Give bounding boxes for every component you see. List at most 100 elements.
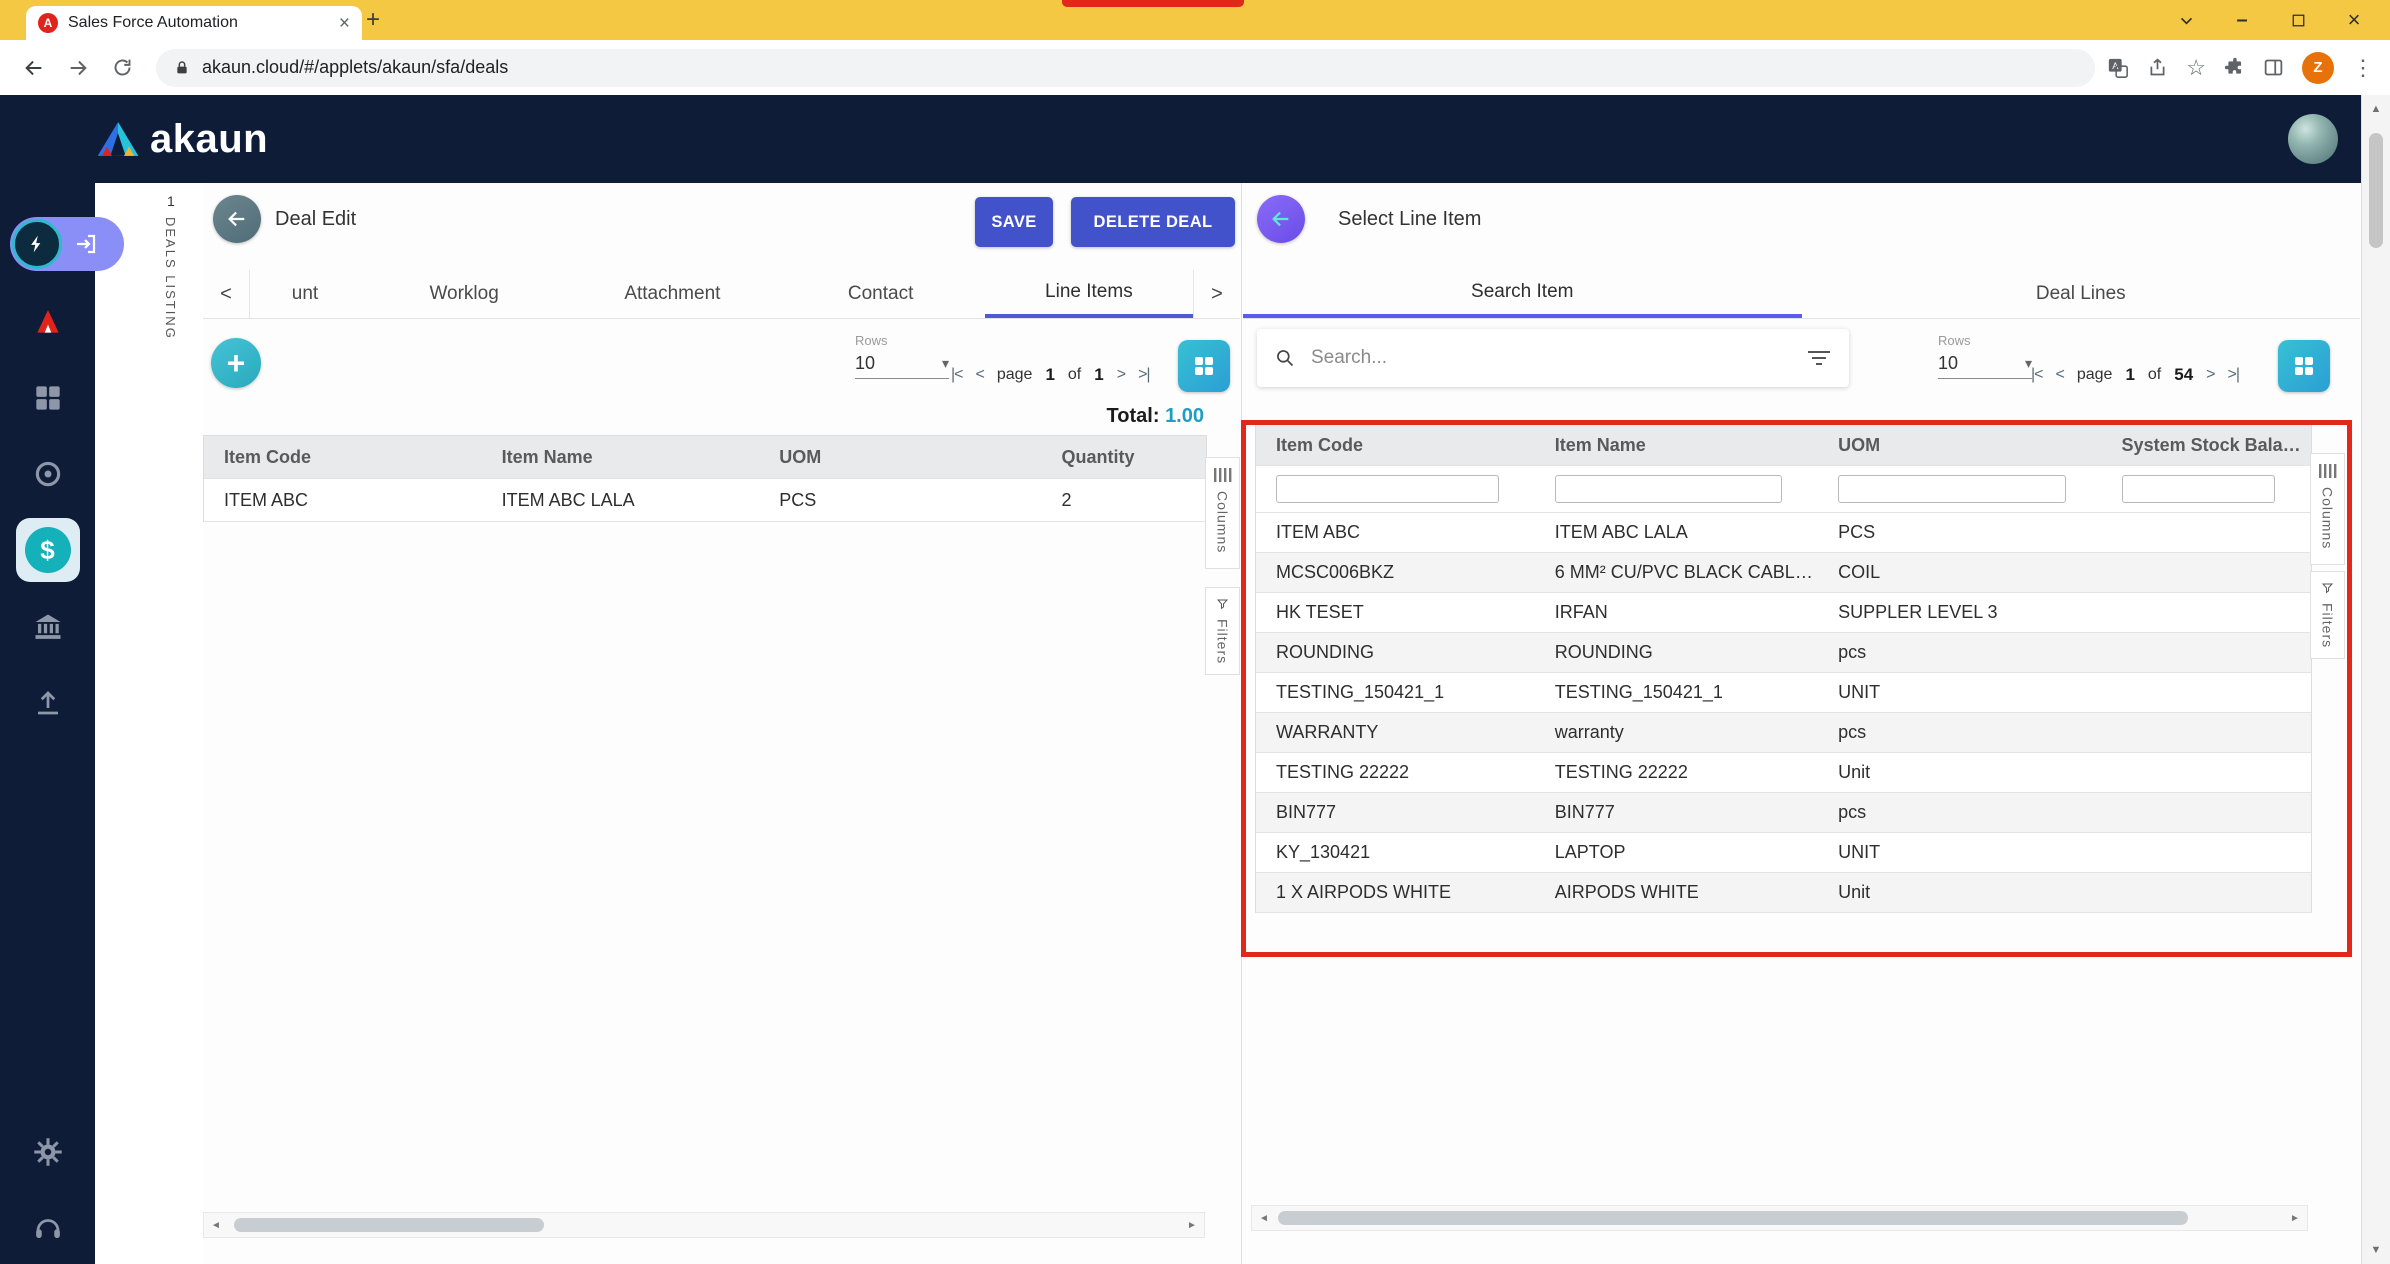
header-uom[interactable]: UOM <box>1818 435 2101 456</box>
table-row[interactable]: ITEM ABC ITEM ABC LALA PCS <box>1256 513 2311 553</box>
page-prev-icon[interactable]: < <box>2056 366 2064 384</box>
header-item-code[interactable]: Item Code <box>1256 435 1535 456</box>
cell-item-code: WARRANTY <box>1256 722 1535 743</box>
columns-side-tab[interactable]: Columns <box>1205 457 1240 569</box>
deals-listing-vertical-tab[interactable]: 1 DEALS LISTING <box>95 183 204 1264</box>
tabs-scroll-right-icon[interactable]: > <box>1193 270 1240 318</box>
table-row[interactable]: TESTING_150421_1 TESTING_150421_1 UNIT <box>1256 673 2311 713</box>
filter-stock-input[interactable] <box>2122 475 2275 503</box>
filter-uom-input[interactable] <box>1838 475 2065 503</box>
browser-tab[interactable]: A Sales Force Automation × <box>26 6 362 40</box>
back-icon[interactable] <box>12 46 56 90</box>
tab-attachment[interactable]: Attachment <box>568 270 776 318</box>
table-row[interactable]: KY_130421 LAPTOP UNIT <box>1256 833 2311 873</box>
tab-worklog[interactable]: Worklog <box>360 270 568 318</box>
tab-line-items[interactable]: Line Items <box>985 270 1193 318</box>
scroll-down-icon[interactable]: ▼ <box>2362 1238 2390 1262</box>
page-next-icon[interactable]: > <box>2206 366 2214 384</box>
browser-profile-avatar[interactable]: Z <box>2302 52 2334 84</box>
tab-search-item[interactable]: Search Item <box>1243 270 1802 318</box>
page-next-icon[interactable]: > <box>1117 366 1125 384</box>
sidebar-applet-circle[interactable] <box>0 454 95 494</box>
page-first-icon[interactable]: |< <box>2031 366 2043 384</box>
cell-item-code: ITEM ABC <box>1256 522 1535 543</box>
page-first-icon[interactable]: |< <box>951 366 963 384</box>
window-minimize-button[interactable]: – <box>2214 0 2270 40</box>
table-row[interactable]: HK TESET IRFAN SUPPLER LEVEL 3 <box>1256 593 2311 633</box>
horizontal-scrollbar[interactable]: ◄ ► <box>1251 1205 2308 1231</box>
filter-item-code-input[interactable] <box>1276 475 1499 503</box>
table-row[interactable]: MCSC006BKZ 6 MM² CU/PVC BLACK CABLE 1...… <box>1256 553 2311 593</box>
horizontal-scrollbar[interactable]: ◄ ► <box>203 1212 1205 1238</box>
new-tab-button[interactable]: + <box>358 5 388 35</box>
layout-grid-button[interactable] <box>2278 340 2330 392</box>
reload-icon[interactable] <box>100 46 144 90</box>
layout-grid-button[interactable] <box>1178 340 1230 392</box>
save-button[interactable]: SAVE <box>975 197 1053 247</box>
sidebar-applet-red[interactable] <box>0 302 95 342</box>
table-row[interactable]: BIN777 BIN777 pcs <box>1256 793 2311 833</box>
table-row[interactable]: ITEM ABC ITEM ABC LALA PCS 2 <box>204 479 1206 522</box>
active-applet-pill[interactable] <box>10 217 124 271</box>
scroll-up-icon[interactable]: ▲ <box>2362 97 2390 121</box>
share-icon[interactable] <box>2147 57 2168 78</box>
table-header-row: Item Code Item Name UOM Quantity <box>204 436 1206 479</box>
header-item-name[interactable]: Item Name <box>1535 435 1818 456</box>
filter-item-name-input[interactable] <box>1555 475 1782 503</box>
table-row[interactable]: 1 X AIRPODS WHITE AIRPODS WHITE Unit <box>1256 873 2311 913</box>
bookmark-star-icon[interactable]: ☆ <box>2186 55 2206 81</box>
sidebar-applet-bank[interactable] <box>0 607 95 647</box>
url-bar[interactable]: akaun.cloud/#/applets/akaun/sfa/deals <box>156 49 2095 87</box>
filters-side-tab[interactable]: Filters <box>2310 571 2345 659</box>
rows-dropdown[interactable]: 10 ▾ <box>1938 353 2032 379</box>
scrollbar-thumb[interactable] <box>2369 133 2383 248</box>
scrollbar-thumb[interactable] <box>234 1218 544 1232</box>
page-last-icon[interactable]: >| <box>1138 366 1150 384</box>
tab-deal-lines[interactable]: Deal Lines <box>1802 270 2361 318</box>
scroll-left-icon[interactable]: ◄ <box>1252 1206 1276 1230</box>
window-close-button[interactable]: × <box>2326 0 2382 40</box>
header-item-name[interactable]: Item Name <box>482 447 760 468</box>
header-item-code[interactable]: Item Code <box>204 447 482 468</box>
page-prev-icon[interactable]: < <box>976 366 984 384</box>
tabs-scroll-left-icon[interactable]: < <box>203 270 250 318</box>
filters-side-tab[interactable]: Filters <box>1205 587 1240 675</box>
translate-icon[interactable]: A <box>2107 57 2129 79</box>
scrollbar-thumb[interactable] <box>1278 1211 2188 1225</box>
table-row[interactable]: ROUNDING ROUNDING pcs <box>1256 633 2311 673</box>
header-uom[interactable]: UOM <box>759 447 1041 468</box>
deal-edit-back-button[interactable] <box>213 195 261 243</box>
browser-menu-icon[interactable]: ⋮ <box>2352 55 2372 81</box>
sidebar-settings[interactable] <box>0 1132 95 1172</box>
rows-dropdown[interactable]: 10 ▾ <box>855 353 949 379</box>
scroll-right-icon[interactable]: ► <box>1180 1213 1204 1237</box>
sidebar-applet-money[interactable]: $ <box>0 518 95 582</box>
page-last-icon[interactable]: >| <box>2228 366 2240 384</box>
columns-side-tab[interactable]: Columns <box>2310 453 2345 565</box>
tab-account-partial[interactable]: unt <box>250 270 360 318</box>
window-maximize-button[interactable] <box>2270 0 2326 40</box>
tab-close-icon[interactable]: × <box>339 14 350 33</box>
table-row[interactable]: WARRANTY warranty pcs <box>1256 713 2311 753</box>
scroll-left-icon[interactable]: ◄ <box>204 1213 228 1237</box>
add-line-item-button[interactable]: + <box>211 338 261 388</box>
extension-puzzle-icon[interactable] <box>2224 57 2245 78</box>
sidebar-applet-grid[interactable] <box>0 378 95 418</box>
sidebar-applet-upload[interactable] <box>0 683 95 723</box>
sidebar-support[interactable] <box>0 1208 95 1248</box>
page-scrollbar[interactable]: ▲ ▼ <box>2361 95 2390 1264</box>
column-filter-row <box>1256 466 2311 513</box>
scroll-right-icon[interactable]: ► <box>2283 1206 2307 1230</box>
header-system-stock-balance[interactable]: System Stock Balance <box>2102 435 2311 456</box>
table-row[interactable]: TESTING 22222 TESTING 22222 Unit <box>1256 753 2311 793</box>
delete-deal-button[interactable]: DELETE DEAL <box>1071 197 1235 247</box>
side-panel-icon[interactable] <box>2263 57 2284 78</box>
search-input[interactable] <box>1309 346 1793 370</box>
window-chevron-icon[interactable] <box>2158 0 2214 40</box>
header-quantity[interactable]: Quantity <box>1042 447 1206 468</box>
select-line-item-back-button[interactable] <box>1257 195 1305 243</box>
tab-contact[interactable]: Contact <box>777 270 985 318</box>
user-avatar[interactable] <box>2288 114 2338 164</box>
filter-list-icon[interactable] <box>1807 349 1831 367</box>
forward-icon[interactable] <box>56 46 100 90</box>
